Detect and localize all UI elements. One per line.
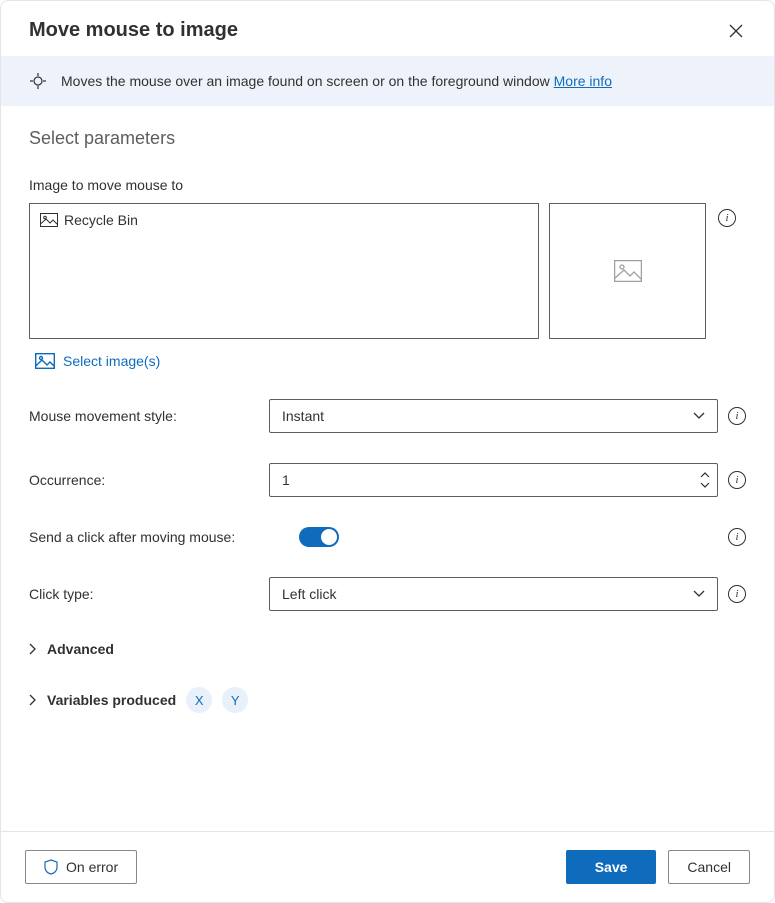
close-icon <box>729 24 743 38</box>
toggle-knob <box>321 529 337 545</box>
dialog-header: Move mouse to image <box>1 1 774 56</box>
cancel-button[interactable]: Cancel <box>668 850 750 884</box>
info-banner: Moves the mouse over an image found on s… <box>1 56 774 106</box>
occurrence-step-up[interactable] <box>698 470 712 480</box>
advanced-label: Advanced <box>47 641 114 657</box>
click-type-info-icon[interactable]: i <box>728 585 746 603</box>
chevron-down-icon <box>693 412 705 420</box>
save-button[interactable]: Save <box>566 850 657 884</box>
chevron-up-icon <box>700 472 710 478</box>
movement-style-info-icon[interactable]: i <box>728 407 746 425</box>
target-icon <box>29 72 47 90</box>
dialog-footer: On error Save Cancel <box>1 831 774 902</box>
click-type-select[interactable]: Left click <box>269 577 718 611</box>
image-item[interactable]: Recycle Bin <box>40 212 528 228</box>
banner-text: Moves the mouse over an image found on s… <box>61 73 612 89</box>
chevron-right-icon <box>29 694 37 706</box>
close-button[interactable] <box>726 21 746 41</box>
send-click-info-icon[interactable]: i <box>728 528 746 546</box>
variable-x-badge[interactable]: X <box>186 687 212 713</box>
occurrence-info-icon[interactable]: i <box>728 471 746 489</box>
variable-y-badge[interactable]: Y <box>222 687 248 713</box>
image-preview-box <box>549 203 706 339</box>
send-click-toggle[interactable] <box>299 527 339 547</box>
content-area: Select parameters Image to move mouse to… <box>1 106 774 831</box>
click-type-label: Click type: <box>29 586 259 602</box>
occurrence-input[interactable]: 1 <box>269 463 718 497</box>
select-images-link[interactable]: Select image(s) <box>29 353 746 369</box>
section-heading: Select parameters <box>29 128 746 149</box>
send-click-label: Send a click after moving mouse: <box>29 529 289 545</box>
select-images-label: Select image(s) <box>63 353 160 369</box>
on-error-button[interactable]: On error <box>25 850 137 884</box>
chevron-down-icon <box>700 482 710 488</box>
chevron-down-icon <box>693 590 705 598</box>
image-info-icon[interactable]: i <box>718 209 736 227</box>
shield-icon <box>44 859 58 875</box>
image-placeholder-icon <box>614 260 642 282</box>
occurrence-step-down[interactable] <box>698 480 712 490</box>
image-field-label: Image to move mouse to <box>29 177 746 193</box>
occurrence-label: Occurrence: <box>29 472 259 488</box>
movement-style-select[interactable]: Instant <box>269 399 718 433</box>
advanced-expander[interactable]: Advanced <box>29 641 746 657</box>
variables-label: Variables produced <box>47 692 176 708</box>
image-item-label: Recycle Bin <box>64 212 138 228</box>
movement-style-label: Mouse movement style: <box>29 408 259 424</box>
variables-expander[interactable]: Variables produced X Y <box>29 687 746 713</box>
image-icon <box>35 353 55 369</box>
dialog-title: Move mouse to image <box>29 19 238 42</box>
image-icon <box>40 213 58 227</box>
more-info-link[interactable]: More info <box>554 73 612 89</box>
chevron-right-icon <box>29 643 37 655</box>
on-error-label: On error <box>66 859 118 875</box>
image-selection-box[interactable]: Recycle Bin <box>29 203 539 339</box>
